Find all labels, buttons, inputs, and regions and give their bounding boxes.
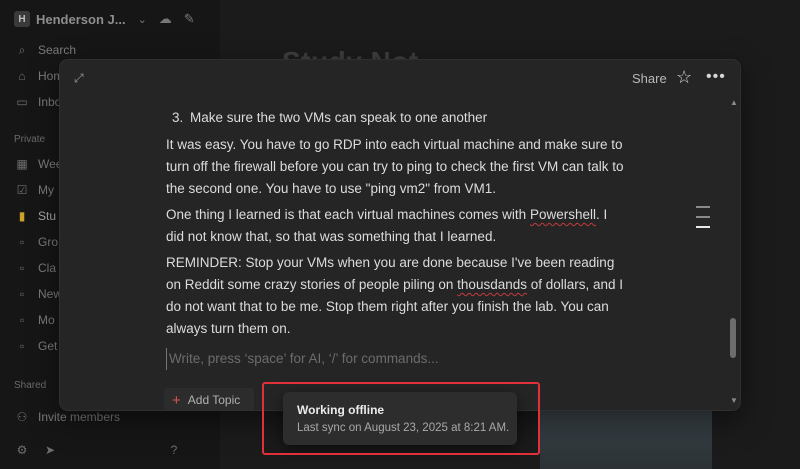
table-of-contents-outline[interactable] [696,206,710,236]
invite-members-button[interactable]: ⚇ Invite members [14,408,120,426]
numbered-list-item[interactable]: 3. Make sure the two VMs can speak to on… [172,108,626,128]
workspace-switcher[interactable]: H Henderson J... ⌄ ☁ ✎ [14,9,195,29]
paragraph-text: One thing I learned is that each virtual… [166,207,530,222]
sidebar-item-my[interactable]: ☑ My [14,181,54,199]
scroll-down-arrow[interactable]: ▼ [730,396,738,405]
section-private: Private [14,134,46,145]
sidebar-item-label: Gro [38,235,59,249]
sidebar-footer: ⚙ ➤ ? [14,441,182,459]
plus-icon: + [172,391,181,409]
page-icon: ▫ [19,287,25,301]
scrollbar-thumb[interactable] [730,318,736,358]
page-peek-modal: ⤢ Share ☆ ••• 3. Make sure the two VMs c… [60,60,740,410]
sidebar-item-label: My [38,183,54,197]
page-icon: ▫ [19,339,25,353]
add-topic-label: Add Topic [187,393,241,407]
paragraph[interactable]: REMINDER: Stop your VMs when you are don… [166,252,626,340]
chevron-down-icon[interactable]: ⌄ [138,13,147,26]
share-button[interactable]: Share [632,71,667,86]
sidebar-item-mo[interactable]: ▫ Mo [14,311,55,329]
sidebar-item-label: Wee [38,157,63,171]
search-icon: ⌕ [18,42,26,57]
sidebar-item-label: Get [38,339,58,353]
sidebar-item-label: Cla [38,261,57,275]
notebook-icon: ▮ [18,209,26,223]
sidebar-item-label: Search [38,43,77,57]
background-cover-image [540,410,712,469]
sidebar-item-label: Inbo [38,95,62,109]
misspelled-word: Powershell [529,207,596,222]
page-icon: ▫ [19,313,25,327]
help-icon[interactable]: ? [166,443,182,457]
calendar-icon: ▦ [16,157,28,171]
sidebar-item-search[interactable]: ⌕ Search [14,41,76,59]
settings-icon[interactable]: ⚙ [14,443,30,457]
paragraph[interactable]: It was easy. You have to go RDP into eac… [166,134,626,200]
sidebar-item-cla[interactable]: ▫ Cla [14,259,56,277]
section-shared: Shared [14,380,47,391]
list-text: Make sure the two VMs can speak to one a… [190,110,488,125]
outline-marker[interactable] [696,216,710,218]
sidebar-item-gro[interactable]: ▫ Gro [14,233,58,251]
sidebar-item-label: Mo [38,313,55,327]
offline-cloud-icon[interactable]: ☁ [159,11,172,27]
inbox-icon: ▭ [16,95,28,109]
more-icon[interactable]: ••• [706,68,726,86]
sidebar-item-get[interactable]: ▫ Get [14,337,57,355]
sidebar-item-label: Stu [38,209,57,223]
page-content[interactable]: 3. Make sure the two VMs can speak to on… [166,108,626,370]
empty-block-placeholder[interactable]: Write, press ‘space’ for AI, ‘/’ for com… [166,348,626,370]
sidebar-item-home[interactable]: ⌂ Hom [14,67,63,85]
misspelled-word: thousdands [457,277,527,292]
home-icon: ⌂ [18,69,26,83]
sidebar-item-weekly[interactable]: ▦ Wee [14,155,62,173]
annotation-highlight-box [262,382,540,455]
workspace-name: Henderson J... [36,11,126,27]
sidebar-item-new[interactable]: ▫ New [14,285,62,303]
workspace-avatar: H [14,11,30,27]
page-icon: ▫ [19,235,25,249]
scroll-up-arrow[interactable]: ▲ [730,98,738,107]
outline-marker[interactable] [696,206,710,208]
sidebar-item-inbox[interactable]: ▭ Inbo [14,93,61,111]
paragraph[interactable]: One thing I learned is that each virtual… [166,204,626,248]
page-icon: ▫ [19,261,25,275]
list-number: 3. [172,110,184,125]
add-user-icon: ⚇ [16,410,28,424]
invite-members-label: Invite members [38,410,121,424]
expand-icon[interactable]: ⤢ [74,71,88,85]
new-page-icon[interactable]: ✎ [184,11,195,27]
check-icon: ☑ [16,183,28,197]
send-icon[interactable]: ➤ [42,443,58,457]
add-topic-button[interactable]: + Add Topic [164,388,254,410]
star-icon[interactable]: ☆ [676,67,692,88]
outline-marker-active[interactable] [696,226,710,228]
sidebar-item-label: New [38,287,63,301]
sidebar-item-study[interactable]: ▮ Stu [14,207,56,225]
